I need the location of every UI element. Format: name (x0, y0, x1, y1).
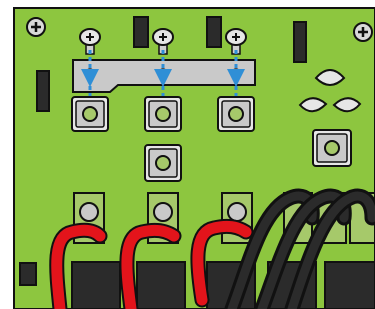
corner-screw-top-right-icon (353, 22, 373, 42)
relay-box (324, 261, 375, 309)
relay-box (136, 261, 186, 309)
dark-component (206, 16, 222, 48)
square-terminal-pad-icon (217, 96, 255, 132)
square-terminal-pad-icon (144, 96, 182, 132)
corner-screw-top-left-icon (26, 17, 46, 37)
side-clip (19, 262, 37, 286)
board-illustration (13, 7, 375, 309)
dark-component (133, 16, 149, 48)
square-terminal-pad-icon (312, 129, 352, 167)
square-terminal-pad-icon (144, 144, 182, 182)
dark-component (293, 21, 307, 63)
dark-component (36, 70, 50, 112)
relay-box (71, 261, 121, 309)
square-terminal-pad-icon (71, 96, 109, 132)
